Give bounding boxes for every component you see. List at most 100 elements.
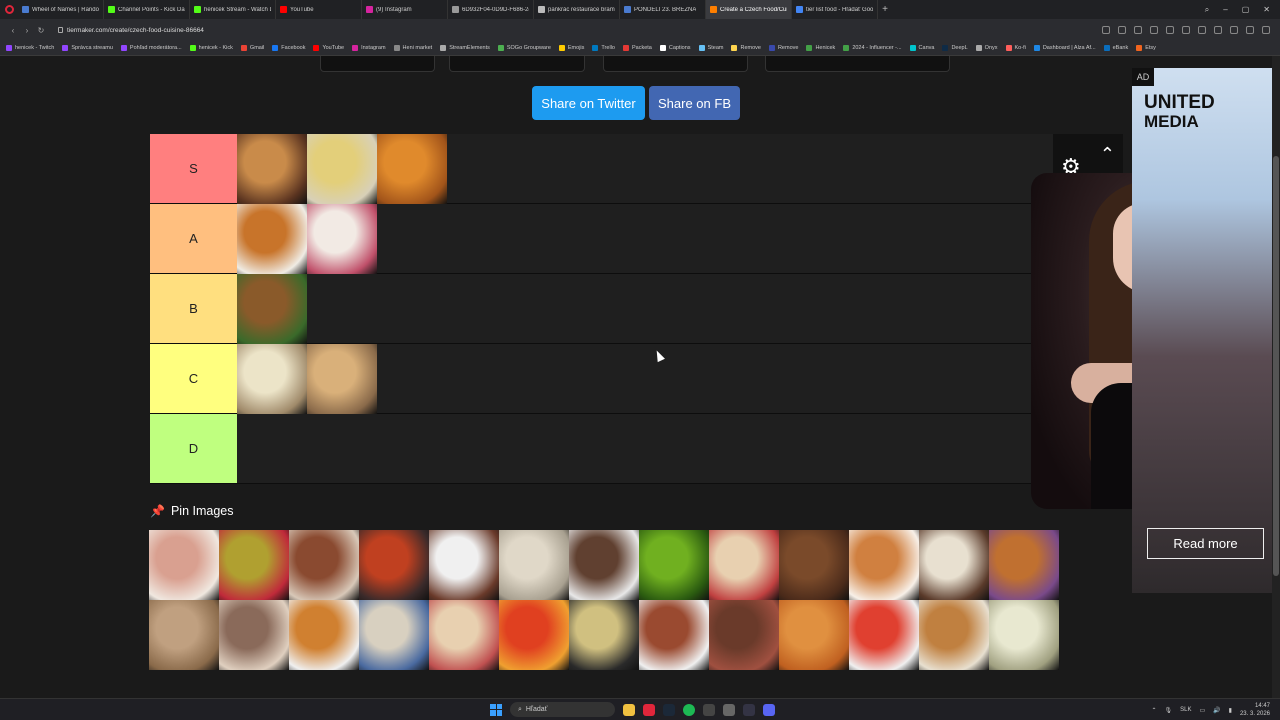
bookmark-item[interactable]: YouTube <box>313 45 344 51</box>
bookmark-item[interactable]: Steam <box>698 45 723 51</box>
pin-image-tile[interactable] <box>639 600 709 670</box>
browser-tab[interactable]: PONDĚLÍ 23. BŘEZNA <box>620 0 706 19</box>
terminal-icon[interactable] <box>703 703 715 716</box>
pin-image-tile[interactable] <box>779 600 849 670</box>
bookmark-item[interactable]: StreamElements <box>440 45 490 51</box>
pin-image-tile[interactable] <box>359 530 429 600</box>
food-image-tile[interactable] <box>377 134 447 204</box>
bookmark-icon[interactable] <box>1150 26 1158 34</box>
pin-image-tile[interactable] <box>849 530 919 600</box>
bookmark-item[interactable]: Onyx <box>975 45 998 51</box>
bookmark-item[interactable]: Ko-fi <box>1005 45 1026 51</box>
bookmark-item[interactable]: Remove <box>768 45 798 51</box>
forward-icon[interactable]: › <box>20 26 34 35</box>
pin-image-tile[interactable] <box>289 600 359 670</box>
bookmark-item[interactable]: Etsy <box>1136 45 1156 51</box>
food-image-tile[interactable] <box>237 134 307 204</box>
bookmark-item[interactable]: Správca streamu <box>62 45 113 51</box>
food-image-tile[interactable] <box>307 344 377 414</box>
toolbar-button-stub[interactable] <box>320 56 435 72</box>
pin-image-tile[interactable] <box>499 600 569 670</box>
network-icon[interactable]: ▭ <box>1200 707 1206 714</box>
chevron-up-icon[interactable]: ⌃ <box>1100 144 1115 165</box>
bookmark-item[interactable]: henicek - Kick <box>189 45 233 51</box>
bookmark-item[interactable]: Facebook <box>272 45 305 51</box>
browser-tab[interactable]: henicek Stream - Watch L <box>190 0 276 19</box>
pin-image-tile[interactable] <box>149 600 219 670</box>
ad-read-more-button[interactable]: Read more <box>1147 528 1264 559</box>
scrollbar-thumb[interactable] <box>1273 156 1279 576</box>
advertisement[interactable]: AD UNITED MEDIA Read more <box>1132 68 1272 593</box>
bookmark-item[interactable]: Emojis <box>558 45 584 51</box>
browser-tab[interactable]: tier list food - Hľadať Goo <box>792 0 878 19</box>
close-icon[interactable]: ✕ <box>1263 5 1270 15</box>
bookmark-item[interactable]: eBank <box>1103 45 1128 51</box>
volume-icon[interactable]: 🔊 <box>1213 707 1220 714</box>
settings-app-icon[interactable] <box>723 703 735 716</box>
clock[interactable]: 14:47 23. 3. 2026 <box>1240 702 1270 718</box>
translate-icon[interactable] <box>1118 26 1126 34</box>
reload-icon[interactable]: ↻ <box>34 26 48 35</box>
search-tabs-icon[interactable]: ⌕ <box>1205 5 1209 15</box>
bookmark-item[interactable]: 2024 - Influencer -... <box>843 45 902 51</box>
tier-row[interactable]: D <box>150 414 1053 484</box>
search-icon[interactable] <box>1102 26 1110 34</box>
page-scrollbar[interactable] <box>1272 56 1280 698</box>
taskbar-search-input[interactable]: ⌕ Hľadať <box>510 702 615 717</box>
pin-image-tile[interactable] <box>709 600 779 670</box>
browser-tab[interactable]: Wheel of Names | Rando <box>18 0 104 19</box>
tier-label[interactable]: D <box>150 414 237 483</box>
food-image-tile[interactable] <box>237 274 307 344</box>
pin-image-tile[interactable] <box>919 530 989 600</box>
pin-image-tile[interactable] <box>779 530 849 600</box>
pin-image-tile[interactable] <box>639 530 709 600</box>
bookmark-item[interactable]: Instagram <box>352 45 386 51</box>
pin-image-tile[interactable] <box>709 530 779 600</box>
bookmark-item[interactable]: DeepL <box>942 45 968 51</box>
microphone-icon[interactable]: 🎙 <box>1165 707 1173 714</box>
pin-image-tile[interactable] <box>289 530 359 600</box>
opera-icon[interactable] <box>643 703 655 716</box>
tier-row[interactable]: A <box>150 204 1053 274</box>
share-facebook-button[interactable]: Share on FB <box>649 86 740 120</box>
new-tab-button[interactable]: + <box>878 4 892 15</box>
steam-icon[interactable] <box>663 703 675 716</box>
settings-icon[interactable] <box>1246 26 1254 34</box>
bookmark-item[interactable]: SOGo Groupware <box>497 45 551 51</box>
battery-icon[interactable]: ▮ <box>1229 707 1232 714</box>
chevron-up-icon[interactable]: ⌃ <box>1152 707 1157 714</box>
camera-icon[interactable] <box>1134 26 1142 34</box>
extension-icon[interactable] <box>1230 26 1238 34</box>
bookmark-item[interactable]: Captions <box>659 45 691 51</box>
browser-tab[interactable]: Channel Points - Kick Da <box>104 0 190 19</box>
pin-image-tile[interactable] <box>149 530 219 600</box>
tier-label[interactable]: A <box>150 204 237 273</box>
pin-image-tile[interactable] <box>569 600 639 670</box>
obs-icon[interactable] <box>743 703 755 716</box>
file-explorer-icon[interactable] <box>623 703 635 716</box>
download-icon[interactable] <box>1198 26 1206 34</box>
pin-image-tile[interactable] <box>989 530 1059 600</box>
opera-menu-icon[interactable] <box>0 0 18 19</box>
pin-image-tile[interactable] <box>569 530 639 600</box>
discord-icon[interactable] <box>763 703 775 716</box>
food-image-tile[interactable] <box>307 134 377 204</box>
windows-start-icon[interactable] <box>490 703 502 716</box>
back-icon[interactable]: ‹ <box>6 26 20 35</box>
browser-tab[interactable]: Create a Czech Food/Cui <box>706 0 792 19</box>
bookmark-item[interactable]: Packeta <box>622 45 652 51</box>
heart-icon[interactable] <box>1182 26 1190 34</box>
menu-icon[interactable] <box>1214 26 1222 34</box>
bookmark-item[interactable]: Gmail <box>240 45 264 51</box>
tier-row[interactable]: S <box>150 134 1053 204</box>
browser-tab[interactable]: (9) Instagram <box>362 0 448 19</box>
url-field[interactable]: tiermaker.com/create/czech-food-cuisine-… <box>58 27 204 34</box>
pin-image-tile[interactable] <box>989 600 1059 670</box>
language-indicator[interactable]: SLK <box>1180 707 1191 713</box>
toolbar-button-stub[interactable] <box>603 56 748 72</box>
toolbar-button-stub[interactable] <box>449 56 585 72</box>
food-image-tile[interactable] <box>237 204 307 274</box>
tier-label[interactable]: C <box>150 344 237 413</box>
bookmark-item[interactable]: henicek - Twitch <box>6 45 54 51</box>
pin-image-tile[interactable] <box>429 600 499 670</box>
